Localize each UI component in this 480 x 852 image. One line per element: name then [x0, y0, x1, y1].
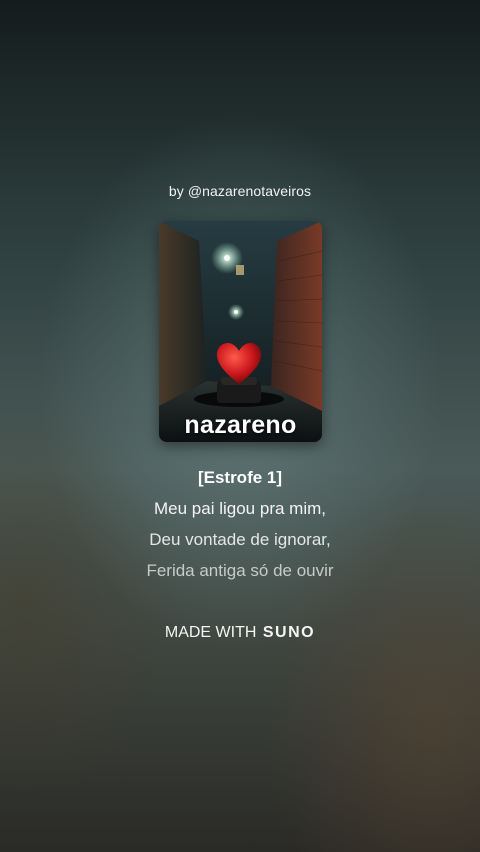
- made-with-label: MADE WITH: [164, 624, 257, 641]
- lyrics-panel: [Estrofe 1] Meu pai ligou pra mim, Deu v…: [0, 462, 480, 586]
- album-cover: nazareno: [159, 221, 322, 442]
- lyric-line: Deu vontade de ignorar,: [149, 530, 331, 549]
- lyric-line: Meu pai ligou pra mim,: [154, 499, 326, 518]
- cover-artwork: [159, 221, 322, 442]
- made-with-suno-badge[interactable]: MADE WITH SUNO: [0, 624, 480, 642]
- artist-byline[interactable]: by @nazarenotaveiros: [0, 183, 480, 199]
- lyric-line: Ferida antiga só de ouvir: [146, 561, 334, 580]
- suno-logo: SUNO: [262, 624, 316, 641]
- album-title: nazareno: [184, 411, 297, 439]
- lyrics-section-heading: [Estrofe 1]: [197, 468, 283, 487]
